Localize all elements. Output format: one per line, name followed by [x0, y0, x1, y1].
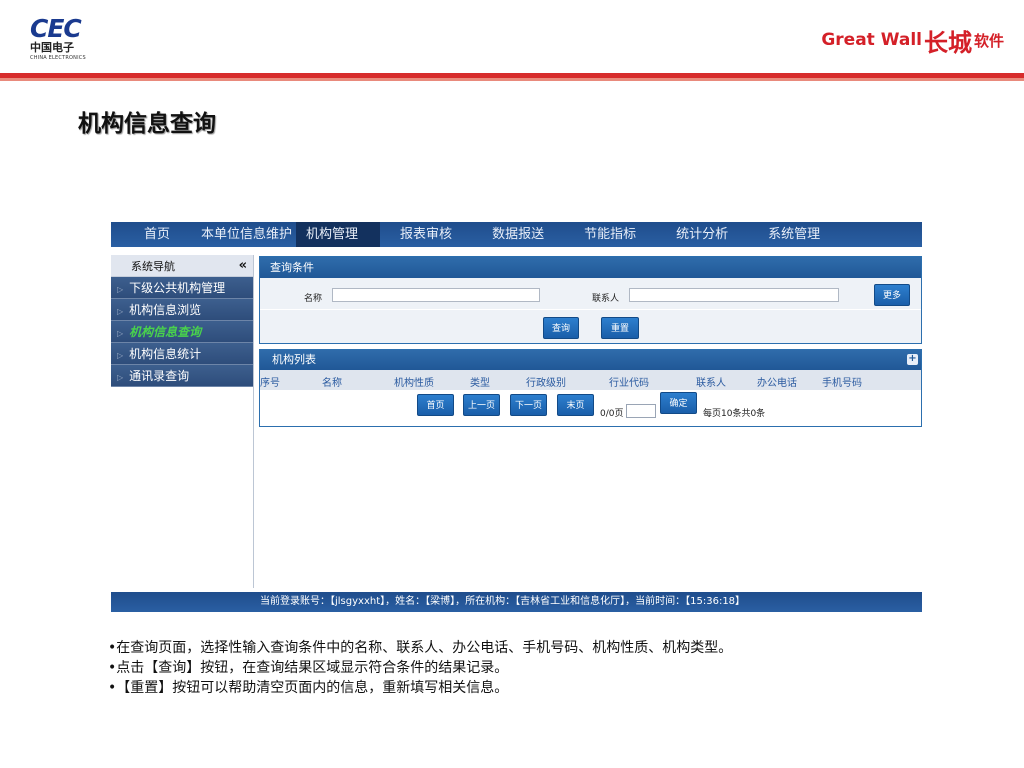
- arrow-icon: ▷: [117, 373, 124, 382]
- search-button[interactable]: 查询: [543, 317, 579, 339]
- sidebar-header: 系统导航 «: [111, 255, 253, 277]
- nav-system-management[interactable]: 系统管理: [748, 222, 840, 247]
- sidebar-item-label: 机构信息查询: [129, 325, 202, 339]
- page-title: 机构信息查询: [78, 111, 216, 137]
- collapse-icon[interactable]: «: [239, 258, 247, 273]
- nav-statistics[interactable]: 统计分析: [656, 222, 748, 247]
- arrow-icon: ▷: [117, 285, 124, 294]
- sidebar-item-label: 通讯录查询: [129, 369, 190, 383]
- column-header: 机构性质: [394, 378, 434, 389]
- content-divider: [253, 255, 254, 588]
- org-list-header: 机构列表 +: [260, 350, 921, 370]
- first-page-button[interactable]: 首页: [417, 394, 454, 416]
- app-window: 首页 本单位信息维护 机构管理 报表审核 数据报送 节能指标 统计分析 系统管理…: [111, 222, 922, 612]
- next-page-button[interactable]: 下一页: [510, 394, 547, 416]
- column-header: 序号: [260, 378, 280, 389]
- query-row: 名称 联系人 更多: [260, 281, 921, 310]
- contact-label: 联系人: [592, 294, 620, 304]
- arrow-icon: ▷: [117, 307, 124, 316]
- nav-home[interactable]: 首页: [111, 222, 201, 247]
- query-panel-title: 查询条件: [260, 257, 921, 278]
- arrow-icon: ▷: [117, 351, 124, 360]
- cec-logo: CEC 中国电子 CHINA ELECTRONICS: [30, 16, 94, 64]
- sidebar-item-label: 机构信息浏览: [129, 303, 202, 317]
- org-list-panel: 机构列表 + 序号 名称 机构性质 类型 行政级别 行业代码 联系人 办公电话 …: [259, 349, 922, 427]
- column-header: 联系人: [696, 378, 726, 389]
- column-header: 行政级别: [526, 378, 566, 389]
- cec-logo-cn: 中国电子: [30, 41, 74, 54]
- cec-logo-en: CHINA ELECTRONICS: [30, 55, 86, 61]
- note-line: •在查询页面，选择性输入查询条件中的名称、联系人、办公电话、手机号码、机构性质、…: [108, 640, 733, 656]
- sidebar-item-org-browse[interactable]: ▷ 机构信息浏览: [111, 299, 253, 321]
- reset-button[interactable]: 重置: [601, 317, 639, 339]
- more-button[interactable]: 更多: [874, 284, 910, 306]
- great-wall-logo-text: Great Wall: [821, 30, 922, 50]
- name-input[interactable]: [332, 288, 540, 302]
- great-wall-logo-cn: 软件: [973, 31, 1004, 50]
- nav-org-management[interactable]: 机构管理: [296, 222, 381, 247]
- page-number-input[interactable]: [626, 404, 656, 418]
- page-summary: 每页10条共0条: [703, 409, 766, 419]
- sidebar-item-org-statistics[interactable]: ▷ 机构信息统计: [111, 343, 253, 365]
- prev-page-button[interactable]: 上一页: [463, 394, 500, 416]
- name-label: 名称: [304, 294, 323, 304]
- contact-input[interactable]: [629, 288, 839, 302]
- org-list-title: 机构列表: [272, 353, 316, 366]
- last-page-button[interactable]: 末页: [557, 394, 594, 416]
- column-header: 办公电话: [757, 378, 797, 389]
- cec-logo-text: CEC: [30, 14, 82, 43]
- table-header-row: 序号 名称 机构性质 类型 行政级别 行业代码 联系人 办公电话 手机号码: [260, 370, 921, 390]
- nav-energy-index[interactable]: 节能指标: [564, 222, 656, 247]
- sidebar-item-org-query[interactable]: ▷ 机构信息查询: [111, 321, 253, 343]
- header-divider-light: [0, 78, 1024, 81]
- status-bar: 当前登录账号：【jlsgyxxht】，姓名：【梁博】，所在机构：【吉林省工业和信…: [111, 592, 922, 612]
- sidebar-item-contacts[interactable]: ▷ 通讯录查询: [111, 365, 253, 387]
- column-header: 类型: [470, 378, 490, 389]
- sidebar-item-sub-org-management[interactable]: ▷ 下级公共机构管理: [111, 277, 253, 299]
- page-info: 0/0页: [600, 409, 624, 419]
- note-line: •点击【查询】按钮，在查询结果区域显示符合条件的结果记录。: [108, 660, 509, 676]
- instruction-notes: •在查询页面，选择性输入查询条件中的名称、联系人、办公电话、手机号码、机构性质、…: [108, 638, 928, 698]
- arrow-icon: ▷: [117, 329, 124, 338]
- confirm-page-button[interactable]: 确定: [660, 392, 697, 414]
- query-panel: 查询条件 名称 联系人 更多 查询 重置: [259, 256, 922, 344]
- column-header: 行业代码: [609, 378, 649, 389]
- top-nav: 首页 本单位信息维护 机构管理 报表审核 数据报送 节能指标 统计分析 系统管理: [111, 222, 922, 247]
- nav-report-review[interactable]: 报表审核: [380, 222, 472, 247]
- great-wall-logo: Great Wall 长城 软件: [821, 10, 1004, 70]
- column-header: 手机号码: [822, 378, 862, 389]
- pager: 首页 上一页 下一页 末页 0/0页 确定 每页10条共0条: [260, 390, 921, 426]
- note-line: •【重置】按钮可以帮助清空页面内的信息，重新填写相关信息。: [108, 680, 509, 696]
- sidebar-item-label: 机构信息统计: [129, 347, 202, 361]
- sidebar: 系统导航 « ▷ 下级公共机构管理 ▷ 机构信息浏览 ▷ 机构信息查询 ▷ 机构信息统计…: [111, 255, 253, 612]
- nav-data-submit[interactable]: 数据报送: [472, 222, 564, 247]
- column-header: 名称: [322, 378, 342, 389]
- nav-unit-info[interactable]: 本单位信息维护: [201, 222, 296, 247]
- sidebar-item-label: 下级公共机构管理: [129, 281, 226, 295]
- sidebar-title: 系统导航: [131, 259, 175, 273]
- great-wall-calligraphy-icon: 长城: [923, 28, 972, 57]
- plus-icon[interactable]: +: [907, 354, 918, 365]
